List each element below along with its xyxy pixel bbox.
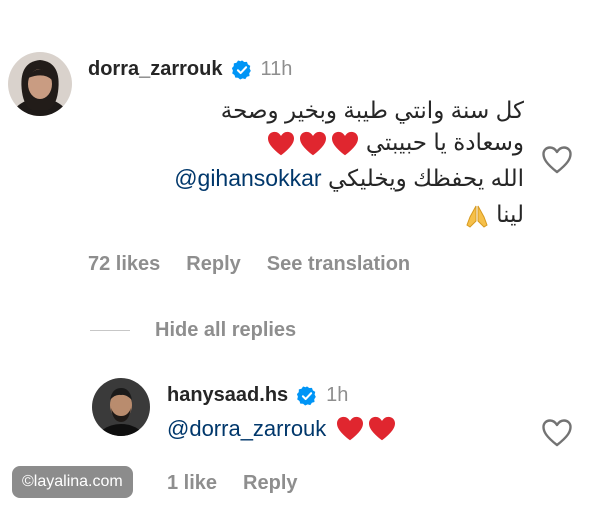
comment-reply-button[interactable]: Reply xyxy=(186,253,240,276)
mention-link[interactable]: @gihansokkar xyxy=(174,165,321,191)
red-heart-emoji xyxy=(369,416,396,441)
comment-meta-row: 72 likes Reply See translation xyxy=(88,253,410,276)
reply-body: @dorra_zarrouk xyxy=(167,416,396,442)
heart-emojis xyxy=(336,416,396,442)
reply-header: hanysaad.hs 1h xyxy=(167,384,348,407)
verified-badge-icon xyxy=(231,59,253,81)
comment-line-2: وسعادة يا حبيبتي xyxy=(267,124,524,160)
hide-replies-button[interactable]: Hide all replies xyxy=(155,319,296,342)
comment-text-1: كل سنة وانتي طيبة وبخير وصحة xyxy=(220,97,524,123)
comment-text-2: وسعادة يا حبيبتي xyxy=(365,129,524,155)
avatar-hany[interactable] xyxy=(92,378,150,436)
reply-mention-link[interactable]: @dorra_zarrouk xyxy=(167,416,326,442)
reply-time: 1h xyxy=(326,384,349,406)
like-reply-heart-outline-icon[interactable] xyxy=(541,418,573,448)
comment-text-4: لينا xyxy=(496,201,524,227)
see-translation-button[interactable]: See translation xyxy=(267,253,410,276)
comment-line-4: لينا xyxy=(464,196,524,232)
comment-username[interactable]: dorra_zarrouk xyxy=(88,58,223,81)
red-heart-emoji xyxy=(337,416,364,441)
watermark-text: ©layalina.com xyxy=(22,473,123,490)
replies-divider xyxy=(90,330,130,331)
red-heart-emoji xyxy=(300,131,327,156)
red-heart-emoji xyxy=(332,131,359,156)
comment-line-1: كل سنة وانتي طيبة وبخير وصحة xyxy=(221,92,524,128)
comment-time: 11h xyxy=(260,58,293,80)
verified-badge-icon xyxy=(296,385,318,407)
like-comment-heart-outline-icon[interactable] xyxy=(541,145,573,175)
comment-text-3: الله يحفظك ويخليكي xyxy=(327,165,524,191)
reply-username[interactable]: hanysaad.hs xyxy=(167,384,288,407)
comment-header: dorra_zarrouk 11h xyxy=(88,58,292,81)
comment-likes-count[interactable]: 72 likes xyxy=(88,253,160,276)
avatar-dorra[interactable] xyxy=(8,52,72,116)
red-heart-emoji xyxy=(268,131,295,156)
folded-hands-emoji xyxy=(466,205,488,228)
reply-likes-count[interactable]: 1 like xyxy=(167,472,217,495)
heart-emojis xyxy=(267,131,359,157)
watermark: ©layalina.com xyxy=(12,466,133,498)
reply-meta-row: 1 like Reply xyxy=(167,472,298,495)
reply-reply-button[interactable]: Reply xyxy=(243,472,297,495)
comment-line-3: الله يحفظك ويخليكي @gihansokkar xyxy=(174,160,524,196)
